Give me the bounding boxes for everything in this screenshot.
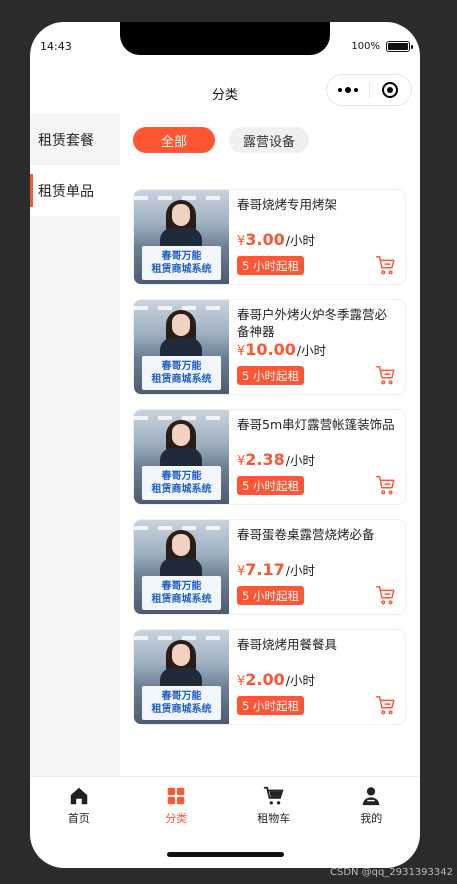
sign-text: 租赁商城系统 [151,374,212,385]
product-title: 春哥5m串灯露营帐篷装饰品 [237,417,395,432]
tab-label: 我的 [360,812,383,825]
add-to-cart-icon[interactable] [375,254,397,276]
tab-cart[interactable]: 租物车 [225,777,323,834]
sign-text: 租赁商城系统 [151,264,212,275]
watermark: CSDN @qq_2931393342 [329,867,453,878]
sign-text: 租赁商城系统 [151,704,212,715]
home-indicator [167,852,284,857]
product-card[interactable]: 春哥万能租赁商城系统 春哥烧烤专用烤架 ¥3.00/小时 5 小时起租 [133,189,406,285]
product-card[interactable]: 春哥万能租赁商城系统 春哥户外烤火炉冬季露营必备神器 ¥10.00/小时 5 小… [133,299,406,395]
phone-screen: 14:43 100% 分类 租赁套餐 租赁单品 全部 露营设备 春哥万能租赁商城… [30,22,420,868]
sidebar-item-packages[interactable]: 租赁套餐 [30,114,120,165]
battery-percent: 100% [351,41,380,52]
more-menu-button[interactable] [327,87,369,93]
filter-tab-camping[interactable]: 露营设备 [229,127,310,153]
tab-category[interactable]: 分类 [128,777,226,834]
add-to-cart-icon[interactable] [375,474,397,496]
rental-min-badge: 5 小时起租 [237,256,304,275]
bottom-tabbar: 首页 分类 租物车 我的 [30,776,420,834]
rental-min-badge: 5 小时起租 [237,696,304,715]
product-card[interactable]: 春哥万能租赁商城系统 春哥烧烤用餐餐具 ¥2.00/小时 5 小时起租 [133,629,406,725]
notch [120,22,330,55]
product-title: 春哥蛋卷桌露营烧烤必备 [237,527,375,542]
sign-text: 租赁商城系统 [151,484,212,495]
sign-text: 春哥万能 [161,361,202,372]
grid-icon [168,787,185,805]
status-time: 14:43 [40,40,72,53]
sidebar-item-label: 租赁套餐 [38,132,94,149]
tab-label: 分类 [165,812,188,825]
product-title: 春哥烧烤用餐餐具 [237,637,338,652]
battery-icon [386,41,413,52]
sidebar-item-label: 租赁单品 [38,183,94,200]
product-image: 春哥万能租赁商城系统 [134,630,229,724]
product-title: 春哥户外烤火炉冬季露营必备神器 [237,307,388,339]
home-icon [70,787,87,805]
product-price: ¥2.00/小时 [237,670,315,689]
add-to-cart-icon[interactable] [375,584,397,606]
product-image: 春哥万能租赁商城系统 [134,410,229,504]
tab-label: 租物车 [257,812,291,825]
product-image: 春哥万能租赁商城系统 [134,520,229,614]
tab-label: 首页 [67,812,90,825]
product-card[interactable]: 春哥万能租赁商城系统 春哥蛋卷桌露营烧烤必备 ¥7.17/小时 5 小时起租 [133,519,406,615]
category-sidebar: 租赁套餐 租赁单品 [30,114,120,776]
close-miniprogram-button[interactable] [369,82,411,98]
filter-tabs: 全部 露营设备 [133,127,310,153]
sidebar-item-single[interactable]: 租赁单品 [30,165,120,216]
product-image: 春哥万能租赁商城系统 [134,300,229,394]
rental-min-badge: 5 小时起租 [237,366,304,385]
user-icon [363,787,380,806]
sign-text: 春哥万能 [161,691,202,702]
sign-text: 春哥万能 [161,471,202,482]
product-image: 春哥万能租赁商城系统 [134,190,229,284]
product-price: ¥2.38/小时 [237,450,315,469]
rental-min-badge: 5 小时起租 [237,476,304,495]
add-to-cart-icon[interactable] [375,694,397,716]
sign-text: 春哥万能 [161,251,202,262]
rental-min-badge: 5 小时起租 [237,586,304,605]
filter-tab-all[interactable]: 全部 [133,127,215,153]
product-price: ¥3.00/小时 [237,230,315,249]
product-card[interactable]: 春哥万能租赁商城系统 春哥5m串灯露营帐篷装饰品 ¥2.38/小时 5 小时起租 [133,409,406,505]
sign-text: 春哥万能 [161,581,202,592]
tab-mine[interactable]: 我的 [323,777,421,834]
add-to-cart-icon[interactable] [375,364,397,386]
product-price: ¥7.17/小时 [237,560,315,579]
tab-home[interactable]: 首页 [30,777,128,834]
product-title: 春哥烧烤专用烤架 [237,197,338,212]
sign-text: 租赁商城系统 [151,594,212,605]
product-price: ¥10.00/小时 [237,340,327,359]
product-content: 全部 露营设备 春哥万能 租赁商城系统 春哥烧烤专用烤架 ¥3.00/小时 5 小… [120,114,420,776]
status-right: 100% [351,41,413,52]
miniprogram-capsule [326,74,412,106]
cart-icon [263,786,284,805]
target-icon [382,82,399,98]
